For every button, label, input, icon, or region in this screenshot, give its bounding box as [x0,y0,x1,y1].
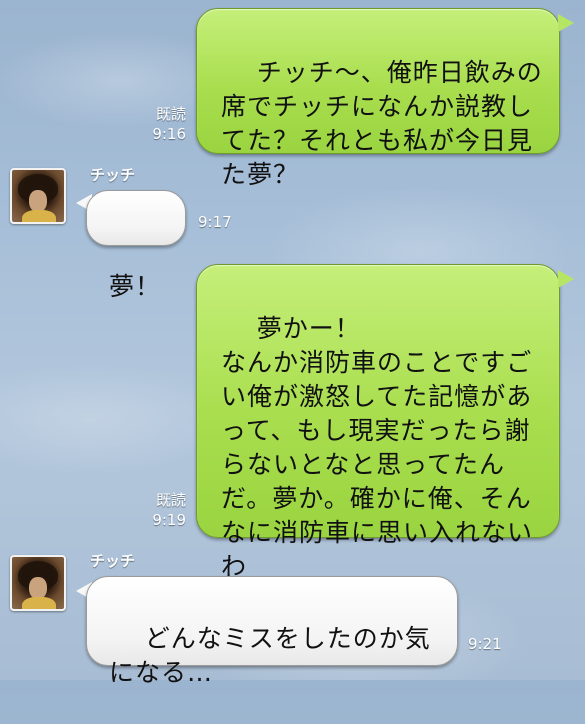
message-text: 夢かー！ なんか消防車のことですごい俺が激怒してた記憶があって、もし現実だったら… [221,314,534,581]
incoming-message-bubble[interactable]: どんなミスをしたのか気になる… [86,576,458,687]
message-meta: 既読 9:19 [130,490,186,530]
message-meta: 既読 9:16 [130,104,186,144]
message-text: どんなミスをしたのか気になる… [109,624,431,687]
outgoing-message-bubble[interactable]: 夢かー！ なんか消防車のことですごい俺が激怒してた記憶があって、もし現実だったら… [196,264,560,581]
message-time: 9:19 [152,511,186,529]
avatar[interactable] [10,168,66,224]
bubble-tail [558,14,574,32]
incoming-message-bubble[interactable]: 夢！ [86,190,186,301]
outgoing-message-bubble[interactable]: チッチ〜、俺昨日飲みの席でチッチになんか説教してた？それとも私が今日見た夢？ [196,8,560,189]
message-text: 夢！ [109,272,162,301]
read-receipt: 既読 [155,491,186,509]
sender-name: チッチ [90,552,136,570]
message-text: チッチ〜、俺昨日飲みの席でチッチになんか説教してた？それとも私が今日見た夢？ [221,58,543,189]
message-time: 9:16 [152,125,186,143]
bubble-tail [558,270,574,288]
avatar[interactable] [10,555,66,611]
message-time: 9:17 [198,213,232,231]
message-time: 9:21 [468,635,502,653]
sender-name: チッチ [90,166,136,184]
read-receipt: 既読 [155,105,186,123]
